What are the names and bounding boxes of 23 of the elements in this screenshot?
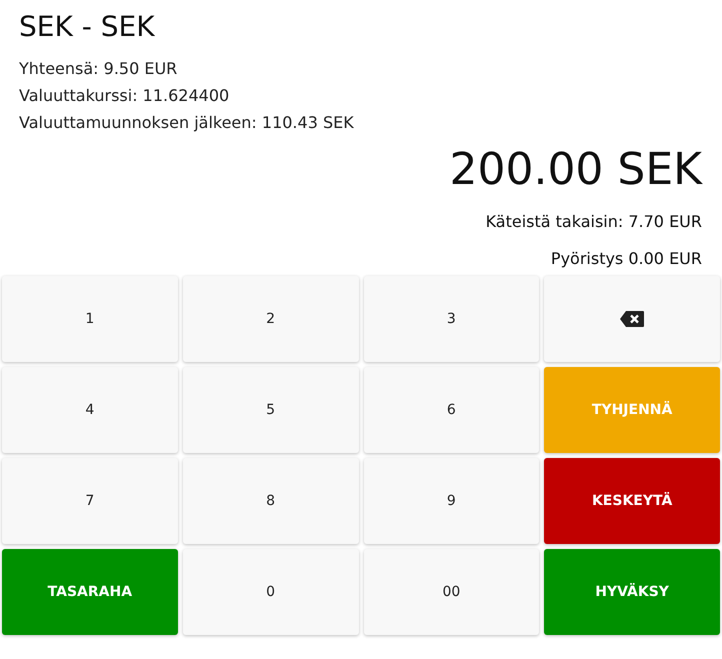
currency-title: SEK - SEK xyxy=(19,9,156,45)
digit-key[interactable]: 8 xyxy=(182,458,358,544)
confirm-button[interactable]: TASARAHA xyxy=(2,549,178,635)
digit-key[interactable]: 4 xyxy=(2,367,178,453)
detail-line: Valuuttakurssi: 11.624400 xyxy=(19,85,230,107)
backspace-button[interactable] xyxy=(544,276,720,362)
digit-key[interactable]: 0 xyxy=(182,549,358,635)
backspace-icon xyxy=(619,310,646,328)
change-text: Käteistä takaisin: 7.70 EUR xyxy=(486,211,702,233)
digit-key[interactable]: 00 xyxy=(364,549,540,635)
digit-key[interactable]: 7 xyxy=(2,458,178,544)
confirm-button[interactable]: HYVÄKSY xyxy=(544,549,720,635)
rounding-text: Pyöristys 0.00 EUR xyxy=(550,248,702,270)
detail-line: Yhteensä: 9.50 EUR xyxy=(19,58,178,80)
detail-line: Valuuttamuunnoksen jälkeen: 110.43 SEK xyxy=(19,112,355,134)
cancel-button[interactable]: KESKEYTÄ xyxy=(544,458,720,544)
digit-key[interactable]: 2 xyxy=(182,276,358,362)
digit-key[interactable]: 1 xyxy=(2,276,178,362)
digit-key[interactable]: 3 xyxy=(364,276,540,362)
digit-key[interactable]: 9 xyxy=(364,458,540,544)
amount-display: 200.00 SEK xyxy=(449,143,702,197)
digit-key[interactable]: 5 xyxy=(182,367,358,453)
digit-key[interactable]: 6 xyxy=(364,367,540,453)
